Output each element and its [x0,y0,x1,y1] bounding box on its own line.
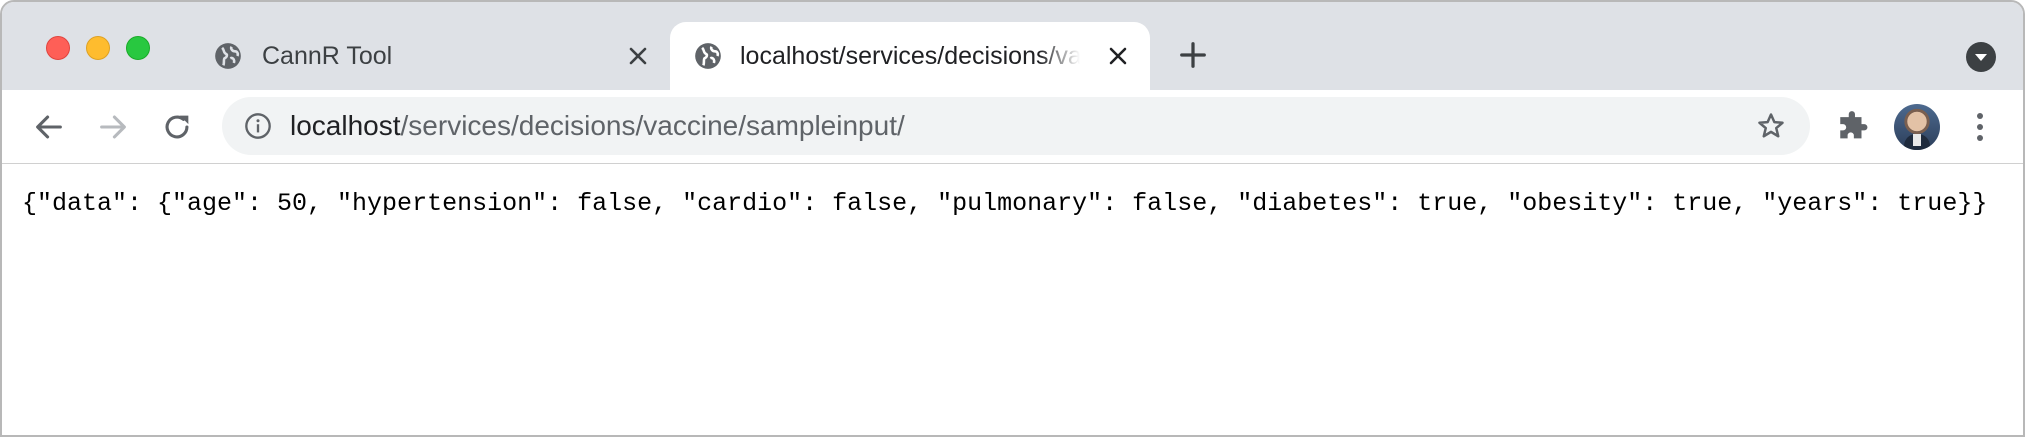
tab-title: CannR Tool [262,42,393,70]
url-text[interactable]: localhost/services/decisions/vaccine/sam… [290,111,905,141]
close-window-button[interactable] [46,36,70,60]
browser-window: CannR Tool localhost/services/decisions/… [0,0,2025,437]
kebab-menu-icon[interactable] [1968,110,1992,144]
url-host: localhost [290,110,401,141]
zoom-window-button[interactable] [126,36,150,60]
minimize-window-button[interactable] [86,36,110,60]
reload-icon[interactable] [160,110,194,144]
forward-arrow-icon[interactable] [96,110,130,144]
bookmark-star-icon[interactable] [1756,111,1786,141]
tab-strip: CannR Tool localhost/services/decisions/… [2,2,2023,90]
profile-avatar[interactable] [1894,104,1940,150]
tab-cannr-tool[interactable]: CannR Tool [202,22,662,90]
tab-title: localhost/services/decisions/vaccine/sam… [740,42,1080,70]
tab-sampleinput[interactable]: localhost/services/decisions/vaccine/sam… [670,22,1150,90]
url-path: /services/decisions/vaccine/sampleinput/ [400,110,905,141]
address-bar[interactable]: localhost/services/decisions/vaccine/sam… [222,97,1810,155]
chevron-down-icon [1975,54,1987,61]
close-icon[interactable] [626,44,650,68]
page-content: {"data": {"age": 50, "hypertension": fal… [2,165,2023,435]
close-icon[interactable] [1106,44,1130,68]
json-response-text: {"data": {"age": 50, "hypertension": fal… [22,189,1988,218]
browser-toolbar: localhost/services/decisions/vaccine/sam… [2,90,2023,164]
extensions-puzzle-icon[interactable] [1836,110,1870,144]
new-tab-plus-icon[interactable] [1178,40,1208,70]
globe-icon [215,43,241,69]
back-arrow-icon[interactable] [32,110,66,144]
tab-search-button[interactable] [1966,42,1996,72]
globe-icon [695,43,721,69]
info-icon[interactable] [244,112,272,140]
